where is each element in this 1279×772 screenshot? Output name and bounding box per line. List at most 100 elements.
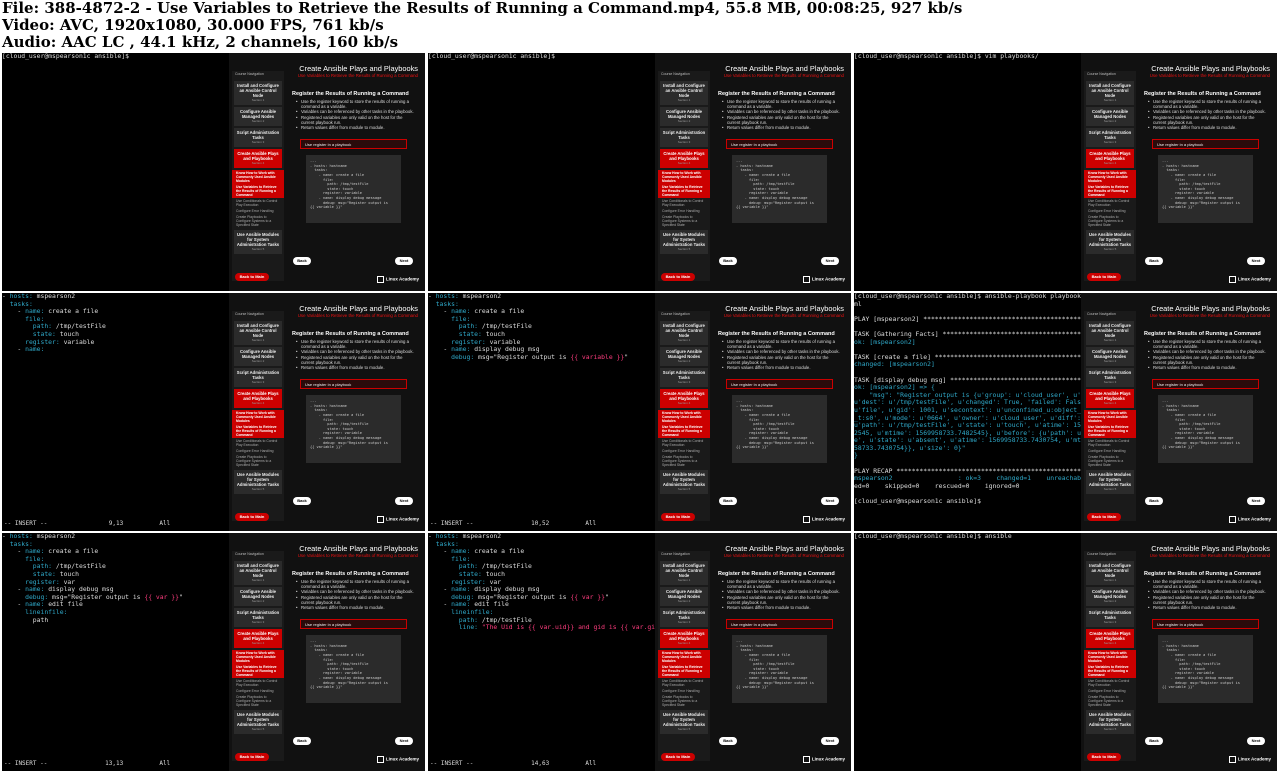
nav-section-item[interactable]: Use Ansible Modules for System Administr… [1086,230,1134,254]
nav-section-item[interactable]: Script Administration Tasks Section 3 [1086,128,1134,147]
nav-section-item[interactable]: Configure Ansible Managed Nodes Section 2 [234,107,282,126]
nav-section-item[interactable]: Script Administration Tasks Section 3 [1086,608,1134,627]
back-to-main-button[interactable]: Back to Main [661,273,695,281]
back-to-main-button[interactable]: Back to Main [661,513,695,521]
back-button[interactable]: Back [1145,257,1163,265]
nav-lesson-item[interactable]: Create Playbooks to Configure Systems to… [658,454,710,468]
back-button[interactable]: Back [1145,737,1163,745]
nav-lesson-item[interactable]: Create Playbooks to Configure Systems to… [658,214,710,228]
nav-section-item[interactable]: Use Ansible Modules for System Administr… [1086,470,1134,494]
nav-lesson-item[interactable]: Create Playbooks to Configure Systems to… [232,454,284,468]
nav-lesson-item[interactable]: Know How to Work with Commonly Used Ansi… [658,410,710,424]
nav-section-item[interactable]: Script Administration Tasks Section 3 [660,608,708,627]
nav-section-item[interactable]: Create Ansible Plays and Playbooks Sectio… [660,389,708,408]
nav-lesson-item[interactable]: Use Conditionals to Control Play Executi… [658,438,710,448]
next-button[interactable]: Next [395,257,413,265]
nav-lesson-item[interactable]: Use Conditionals to Control Play Executi… [1084,438,1136,448]
next-button[interactable]: Next [1247,257,1265,265]
back-button[interactable]: Back [293,737,311,745]
nav-section-item[interactable]: Use Ansible Modules for System Administr… [234,710,282,734]
nav-section-item[interactable]: Create Ansible Plays and Playbooks Sectio… [1086,149,1134,168]
nav-lesson-item[interactable]: Use Variables to Retrieve the Results of… [232,664,284,678]
nav-section-item[interactable]: Script Administration Tasks Section 3 [234,608,282,627]
back-button[interactable]: Back [719,497,737,505]
nav-section-item[interactable]: Configure Ansible Managed Nodes Section 2 [1086,347,1134,366]
nav-lesson-item[interactable]: Know How to Work with Commonly Used Ansi… [232,170,284,184]
nav-lesson-item[interactable]: Use Conditionals to Control Play Executi… [658,198,710,208]
next-button[interactable]: Next [395,737,413,745]
nav-lesson-item[interactable]: Use Conditionals to Control Play Executi… [658,678,710,688]
nav-section-item[interactable]: Configure Ansible Managed Nodes Section 2 [660,587,708,606]
nav-section-item[interactable]: Install and Configure an Ansible Control… [1086,81,1134,105]
nav-section-item[interactable]: Create Ansible Plays and Playbooks Sectio… [1086,629,1134,648]
nav-lesson-item[interactable]: Use Conditionals to Control Play Executi… [1084,678,1136,688]
nav-lesson-item[interactable]: Create Playbooks to Configure Systems to… [232,694,284,708]
nav-lesson-item[interactable]: Use Conditionals to Control Play Executi… [232,198,284,208]
back-to-main-button[interactable]: Back to Main [661,753,695,761]
nav-section-item[interactable]: Use Ansible Modules for System Administr… [1086,710,1134,734]
nav-section-item[interactable]: Install and Configure an Ansible Control… [234,321,282,345]
back-to-main-button[interactable]: Back to Main [1087,273,1121,281]
nav-lesson-item[interactable]: Know How to Work with Commonly Used Ansi… [658,650,710,664]
back-to-main-button[interactable]: Back to Main [235,753,269,761]
nav-lesson-item[interactable]: Use Variables to Retrieve the Results of… [658,424,710,438]
back-button[interactable]: Back [719,737,737,745]
nav-section-item[interactable]: Use Ansible Modules for System Administr… [234,470,282,494]
nav-lesson-item[interactable]: Use Conditionals to Control Play Executi… [1084,198,1136,208]
next-button[interactable]: Next [1247,497,1265,505]
back-button[interactable]: Back [293,257,311,265]
nav-lesson-item[interactable]: Know How to Work with Commonly Used Ansi… [232,410,284,424]
nav-lesson-item[interactable]: Create Playbooks to Configure Systems to… [232,214,284,228]
nav-lesson-item[interactable]: Use Variables to Retrieve the Results of… [232,424,284,438]
next-button[interactable]: Next [821,257,839,265]
nav-section-item[interactable]: Script Administration Tasks Section 3 [660,128,708,147]
nav-lesson-item[interactable]: Use Variables to Retrieve the Results of… [658,664,710,678]
nav-section-item[interactable]: Configure Ansible Managed Nodes Section 2 [234,587,282,606]
nav-section-item[interactable]: Create Ansible Plays and Playbooks Sectio… [1086,389,1134,408]
nav-section-item[interactable]: Use Ansible Modules for System Administr… [234,230,282,254]
nav-lesson-item[interactable]: Use Conditionals to Control Play Executi… [232,438,284,448]
nav-lesson-item[interactable]: Use Variables to Retrieve the Results of… [1084,184,1136,198]
nav-lesson-item[interactable]: Know How to Work with Commonly Used Ansi… [1084,650,1136,664]
nav-section-item[interactable]: Create Ansible Plays and Playbooks Sectio… [234,389,282,408]
nav-lesson-item[interactable]: Use Conditionals to Control Play Executi… [232,678,284,688]
nav-section-item[interactable]: Script Administration Tasks Section 3 [1086,368,1134,387]
nav-lesson-item[interactable]: Know How to Work with Commonly Used Ansi… [658,170,710,184]
nav-lesson-item[interactable]: Create Playbooks to Configure Systems to… [1084,454,1136,468]
nav-section-item[interactable]: Use Ansible Modules for System Administr… [660,470,708,494]
nav-section-item[interactable]: Configure Ansible Managed Nodes Section 2 [1086,107,1134,126]
back-to-main-button[interactable]: Back to Main [235,513,269,521]
back-button[interactable]: Back [293,497,311,505]
nav-lesson-item[interactable]: Use Variables to Retrieve the Results of… [232,184,284,198]
next-button[interactable]: Next [395,497,413,505]
nav-section-item[interactable]: Install and Configure an Ansible Control… [234,561,282,585]
nav-section-item[interactable]: Install and Configure an Ansible Control… [1086,321,1134,345]
nav-lesson-item[interactable]: Know How to Work with Commonly Used Ansi… [1084,410,1136,424]
nav-section-item[interactable]: Configure Ansible Managed Nodes Section 2 [660,347,708,366]
nav-section-item[interactable]: Configure Ansible Managed Nodes Section 2 [660,107,708,126]
nav-lesson-item[interactable]: Use Variables to Retrieve the Results of… [1084,424,1136,438]
back-to-main-button[interactable]: Back to Main [235,273,269,281]
nav-lesson-item[interactable]: Know How to Work with Commonly Used Ansi… [1084,170,1136,184]
nav-lesson-item[interactable]: Know How to Work with Commonly Used Ansi… [232,650,284,664]
nav-lesson-item[interactable]: Create Playbooks to Configure Systems to… [1084,214,1136,228]
next-button[interactable]: Next [821,737,839,745]
nav-section-item[interactable]: Use Ansible Modules for System Administr… [660,710,708,734]
next-button[interactable]: Next [821,497,839,505]
nav-lesson-item[interactable]: Create Playbooks to Configure Systems to… [658,694,710,708]
nav-lesson-item[interactable]: Use Variables to Retrieve the Results of… [658,184,710,198]
nav-section-item[interactable]: Install and Configure an Ansible Control… [1086,561,1134,585]
nav-section-item[interactable]: Create Ansible Plays and Playbooks Sectio… [660,149,708,168]
nav-section-item[interactable]: Install and Configure an Ansible Control… [660,321,708,345]
back-to-main-button[interactable]: Back to Main [1087,513,1121,521]
back-button[interactable]: Back [1145,497,1163,505]
nav-section-item[interactable]: Create Ansible Plays and Playbooks Sectio… [660,629,708,648]
nav-section-item[interactable]: Script Administration Tasks Section 3 [234,128,282,147]
back-button[interactable]: Back [719,257,737,265]
nav-section-item[interactable]: Script Administration Tasks Section 3 [234,368,282,387]
nav-section-item[interactable]: Configure Ansible Managed Nodes Section 2 [234,347,282,366]
nav-lesson-item[interactable]: Create Playbooks to Configure Systems to… [1084,694,1136,708]
next-button[interactable]: Next [1247,737,1265,745]
nav-section-item[interactable]: Create Ansible Plays and Playbooks Sectio… [234,629,282,648]
nav-section-item[interactable]: Use Ansible Modules for System Administr… [660,230,708,254]
